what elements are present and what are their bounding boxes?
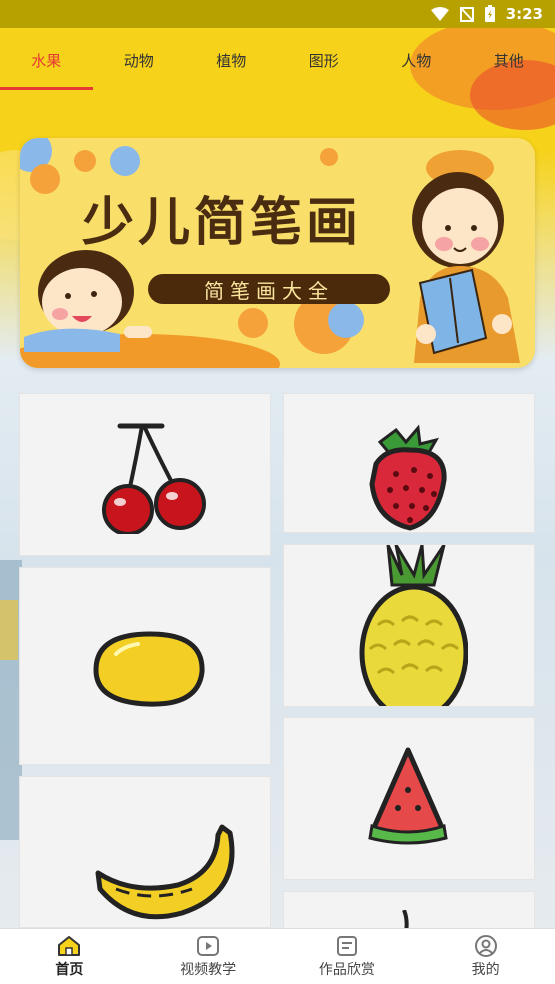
tab-animals[interactable]: 动物 bbox=[93, 28, 186, 92]
nav-label: 视频教学 bbox=[180, 962, 237, 978]
banner-subtitle: 简笔画大全 bbox=[148, 274, 390, 304]
profile-icon bbox=[474, 935, 497, 957]
tab-other[interactable]: 其他 bbox=[463, 28, 555, 92]
gallery-item-mango[interactable] bbox=[19, 567, 271, 765]
gallery-icon bbox=[336, 936, 357, 956]
watermelon-icon bbox=[368, 747, 448, 845]
gallery-item-cherry[interactable] bbox=[19, 393, 271, 556]
bg-decoration bbox=[0, 600, 18, 660]
girl-reading-illustration bbox=[412, 150, 520, 363]
gallery-item-banana[interactable] bbox=[19, 776, 271, 928]
boy-illustration bbox=[24, 250, 152, 352]
nav-label: 我的 bbox=[471, 962, 500, 978]
signal-off-icon bbox=[459, 7, 474, 22]
banner-dot bbox=[320, 148, 338, 166]
tab-label: 图形 bbox=[308, 51, 339, 70]
strawberry-icon bbox=[369, 424, 447, 531]
gallery-item-watermelon[interactable] bbox=[283, 717, 535, 880]
nav-home[interactable]: 首页 bbox=[0, 929, 139, 984]
gallery-item-partial[interactable] bbox=[283, 891, 535, 931]
tab-label: 动物 bbox=[123, 51, 154, 70]
pineapple-icon bbox=[359, 545, 468, 706]
nav-profile[interactable]: 我的 bbox=[416, 929, 555, 984]
nav-label: 作品欣赏 bbox=[318, 962, 375, 978]
nav-label: 首页 bbox=[55, 962, 84, 978]
banner-dot bbox=[238, 308, 268, 338]
promo-banner[interactable]: 少儿简笔画 简笔画大全 bbox=[20, 138, 535, 368]
nav-video-tutorials[interactable]: 视频教学 bbox=[139, 929, 278, 984]
mango-icon bbox=[93, 631, 205, 707]
gallery-item-pineapple[interactable] bbox=[283, 544, 535, 707]
bottom-navigation: 首页 视频教学 作品欣赏 我的 bbox=[0, 928, 555, 984]
gallery-item-strawberry[interactable] bbox=[283, 393, 535, 533]
video-icon bbox=[197, 936, 220, 956]
wifi-icon bbox=[430, 7, 449, 21]
nav-artwork-gallery[interactable]: 作品欣赏 bbox=[278, 929, 417, 984]
tab-label: 水果 bbox=[31, 51, 62, 70]
banana-icon bbox=[95, 824, 235, 920]
tab-shapes[interactable]: 图形 bbox=[278, 28, 371, 92]
tab-fruit[interactable]: 水果 bbox=[0, 28, 93, 92]
home-icon bbox=[58, 936, 81, 956]
app-root: 3:23 水果 动物 植物 图形 人物 其他 少儿简笔画 简笔画大全 首页 视频… bbox=[0, 0, 555, 984]
tab-label: 人物 bbox=[401, 51, 432, 70]
status-time: 3:23 bbox=[505, 5, 543, 23]
banner-dot bbox=[30, 164, 60, 194]
status-bar: 3:23 bbox=[0, 0, 555, 28]
banner-dot bbox=[110, 146, 140, 176]
category-tabs: 水果 动物 植物 图形 人物 其他 bbox=[0, 28, 555, 92]
tab-plants[interactable]: 植物 bbox=[185, 28, 278, 92]
banner-dot bbox=[328, 302, 364, 338]
banner-dot bbox=[74, 150, 96, 172]
tab-label: 植物 bbox=[216, 51, 247, 70]
tab-label: 其他 bbox=[493, 51, 524, 70]
cherry-icon bbox=[102, 423, 206, 534]
battery-icon bbox=[484, 5, 495, 22]
tab-people[interactable]: 人物 bbox=[370, 28, 463, 92]
